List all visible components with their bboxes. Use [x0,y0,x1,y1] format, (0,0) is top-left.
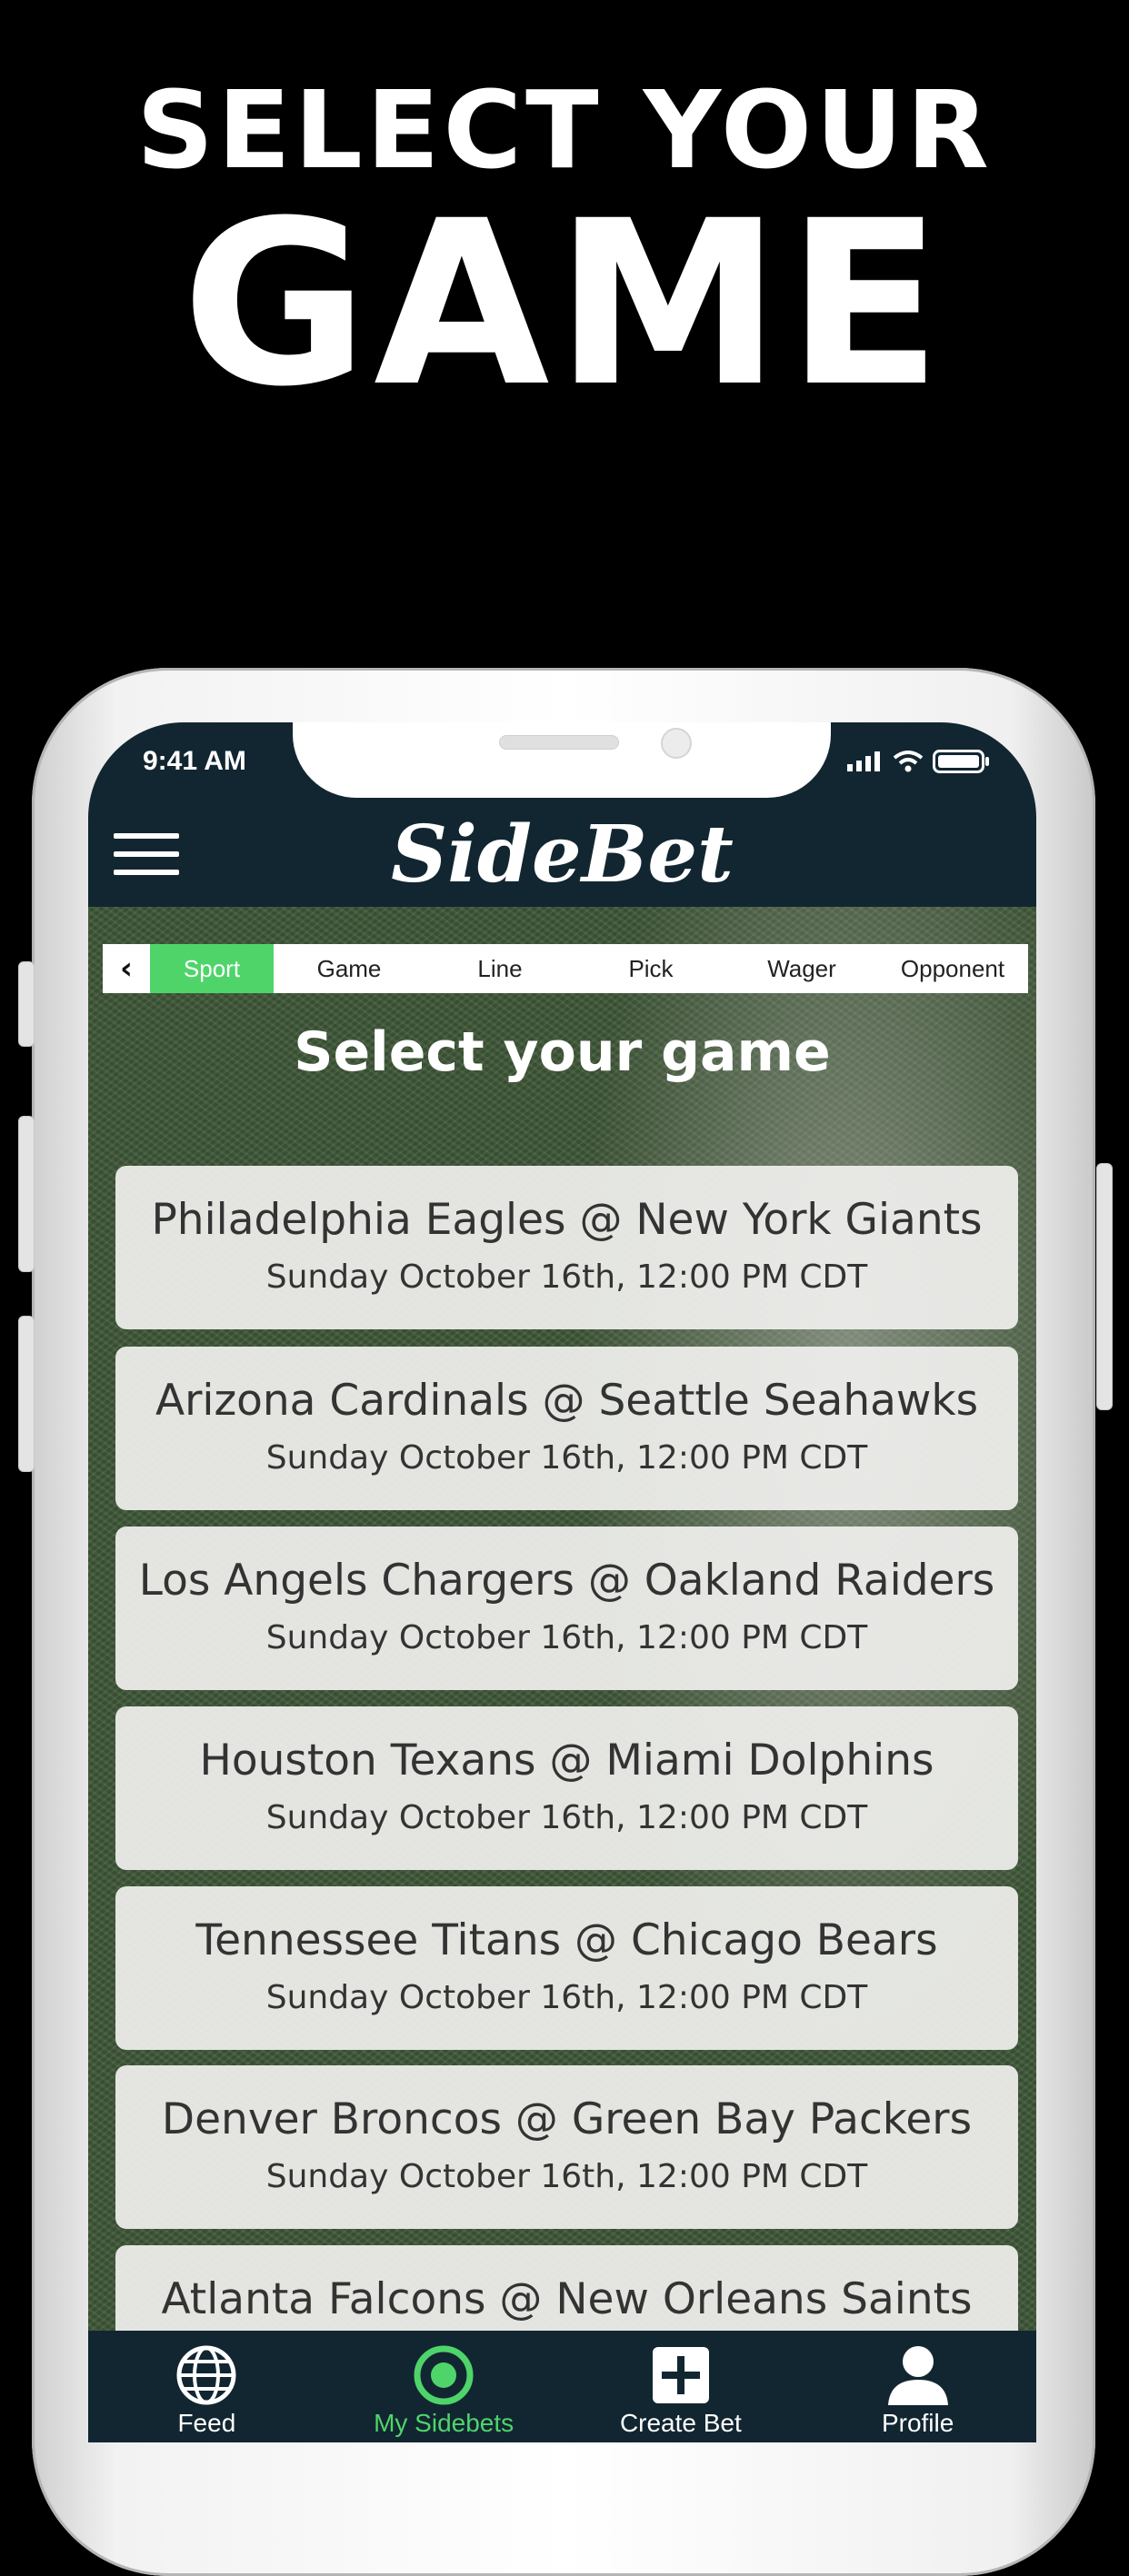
step-line[interactable]: Line [425,944,575,993]
step-pick[interactable]: Pick [575,944,726,993]
front-camera [661,728,692,759]
tab-my-sidebets[interactable]: My Sidebets [325,2331,563,2442]
tab-profile[interactable]: Profile [799,2331,1036,2442]
game-matchup: Philadelphia Eagles @ New York Giants [151,1195,983,1245]
app-logo: SideBet [391,809,734,900]
game-matchup: Houston Texans @ Miami Dolphins [199,1736,934,1785]
phone-volume-up [18,1116,35,1272]
game-card[interactable]: Los Angels Chargers @ Oakland Raiders Su… [115,1527,1018,1690]
plus-square-icon [652,2347,709,2403]
step-opponent[interactable]: Opponent [877,944,1028,993]
battery-icon [933,750,989,773]
game-date: Sunday October 16th, 12:00 PM CDT [265,2158,868,2195]
game-matchup: Tennessee Titans @ Chicago Bears [195,1915,938,1965]
phone-power-button [1096,1163,1113,1410]
phone-notch [293,722,831,798]
game-date: Sunday October 16th, 12:00 PM CDT [265,1439,868,1477]
game-matchup: Arizona Cardinals @ Seattle Seahawks [155,1376,979,1426]
game-matchup: Denver Broncos @ Green Bay Packers [161,2094,973,2144]
status-icons [847,750,991,773]
tab-label: Create Bet [619,2409,742,2437]
tab-create-bet[interactable]: Create Bet [563,2331,800,2442]
game-card[interactable]: Philadelphia Eagles @ New York Giants Su… [115,1166,1018,1329]
step-game[interactable]: Game [274,944,425,993]
game-date: Sunday October 16th, 12:00 PM CDT [265,1258,868,1296]
step-progress-bar: ‹ Sport Game Line Pick Wager Opponent [103,944,1028,993]
tab-label: My Sidebets [374,2409,515,2437]
cellular-signal-icon [847,751,880,771]
game-card[interactable]: Houston Texans @ Miami Dolphins Sunday O… [115,1706,1018,1870]
phone-screen: 9:41 AM SideBet ‹ Sport Game Line Pick W… [88,722,1036,2442]
tab-label: Profile [881,2409,954,2437]
turf-background: ‹ Sport Game Line Pick Wager Opponent Se… [88,907,1036,2442]
game-card[interactable]: Arizona Cardinals @ Seattle Seahawks Sun… [115,1347,1018,1510]
promo-headline-line2: GAME [181,172,948,436]
phone-mute-switch [18,961,35,1047]
game-date: Sunday October 16th, 12:00 PM CDT [265,1979,868,2016]
tab-label: Feed [177,2409,236,2437]
chevron-left-icon[interactable]: ‹ [103,950,150,987]
person-icon [887,2346,948,2405]
status-time: 9:41 AM [143,746,246,776]
globe-icon [176,2345,236,2405]
game-date: Sunday October 16th, 12:00 PM CDT [265,1619,868,1656]
wifi-icon [893,751,924,772]
game-date: Sunday October 16th, 12:00 PM CDT [265,1799,868,1836]
step-sport[interactable]: Sport [150,944,274,993]
step-wager[interactable]: Wager [726,944,877,993]
game-card[interactable]: Tennessee Titans @ Chicago Bears Sunday … [115,1886,1018,2050]
tab-feed[interactable]: Feed [88,2331,325,2442]
game-matchup: Atlanta Falcons @ New Orleans Saints [161,2274,973,2324]
target-icon [414,2345,474,2405]
game-matchup: Los Angels Chargers @ Oakland Raiders [138,1556,995,1606]
page-title: Select your game [294,1020,831,1084]
bottom-tab-bar: Feed My Sidebets Create Bet Profile [88,2331,1036,2442]
phone-volume-down [18,1316,35,1472]
game-card[interactable]: Denver Broncos @ Green Bay Packers Sunda… [115,2065,1018,2229]
speaker-grille [499,735,619,750]
